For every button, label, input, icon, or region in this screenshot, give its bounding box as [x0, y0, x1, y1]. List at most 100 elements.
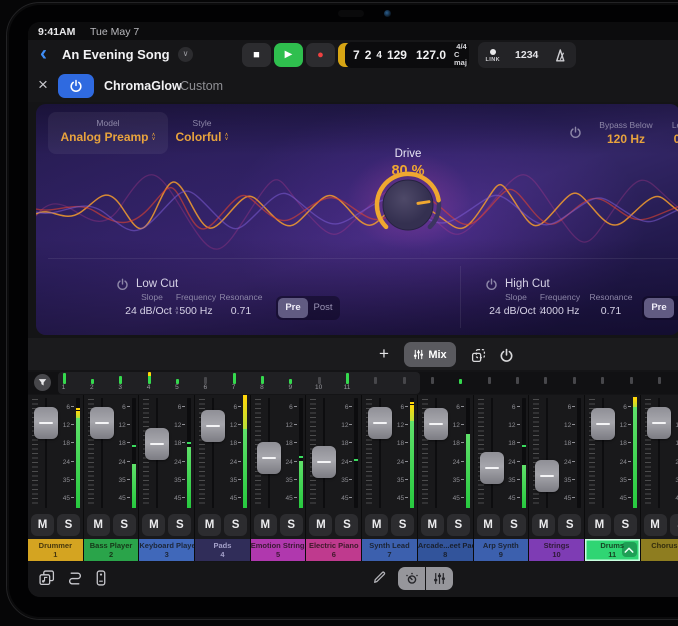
channel-strip: 61218243545 M S Drums 11 — [585, 395, 641, 561]
module-button[interactable] — [92, 569, 110, 587]
solo-button[interactable]: S — [335, 514, 358, 536]
solo-button[interactable]: S — [57, 514, 80, 536]
mute-button[interactable]: M — [198, 514, 221, 536]
mute-button[interactable]: M — [588, 514, 611, 536]
high-cut-resonance[interactable]: Resonance 0.71 — [576, 292, 646, 317]
track-label[interactable]: Chorus V — [641, 539, 678, 561]
solo-button[interactable]: S — [614, 514, 637, 536]
filter-button[interactable] — [34, 374, 51, 391]
plugin-header: × ChromaGlow Custom — [28, 70, 678, 102]
track-label[interactable]: Arcade...eet Pad 8 — [418, 539, 473, 561]
style-selector[interactable]: Style Colorful ∧∨ — [154, 112, 250, 154]
copy-settings-button[interactable] — [466, 343, 490, 367]
level-control[interactable]: Level 0.5 — [646, 120, 678, 146]
smart-controls-button[interactable] — [398, 567, 425, 590]
mixer-view-button[interactable] — [426, 567, 453, 590]
mute-button[interactable]: M — [309, 514, 332, 536]
bypass-power-icon[interactable] — [569, 126, 582, 139]
low-cut-resonance[interactable]: Resonance 0.71 — [206, 292, 276, 317]
overview-meter-bar — [148, 372, 151, 384]
track-detail-chevron-button[interactable] — [622, 542, 637, 557]
post-button[interactable]: Post — [674, 298, 678, 318]
mute-button[interactable]: M — [532, 514, 555, 536]
close-plugin-icon[interactable]: × — [38, 75, 48, 95]
solo-button[interactable]: S — [391, 514, 414, 536]
stop-button[interactable]: ■ — [242, 43, 271, 67]
overview-meter-bar — [459, 379, 462, 384]
edit-pencil-button[interactable] — [372, 570, 387, 590]
high-cut-power-icon[interactable] — [485, 278, 498, 291]
fader-handle[interactable] — [201, 410, 225, 442]
scale-number: 18 — [225, 440, 241, 447]
solo-button[interactable]: S — [224, 514, 247, 536]
mute-button[interactable]: M — [254, 514, 277, 536]
solo-button[interactable]: S — [113, 514, 136, 536]
add-track-button[interactable]: + — [372, 342, 396, 366]
back-chevron-icon[interactable]: ‹ — [40, 42, 47, 66]
mute-button[interactable]: M — [87, 514, 110, 536]
scale-number: 35 — [559, 477, 575, 484]
fader-handle[interactable] — [591, 408, 615, 440]
track-label[interactable]: Electric Piano 6 — [306, 539, 361, 561]
metronome-icon[interactable] — [553, 48, 568, 63]
loop-browser-button[interactable] — [38, 569, 56, 587]
fader-handle[interactable] — [424, 408, 448, 440]
track-label[interactable]: Emotion Strings 5 — [251, 539, 306, 561]
song-title-chevron-icon[interactable]: ∨ — [178, 47, 193, 62]
pre-button[interactable]: Pre — [278, 298, 308, 318]
scale-number: 45 — [559, 495, 575, 502]
high-cut-title: High Cut — [505, 278, 550, 290]
track-label[interactable]: Arp Synth 9 — [474, 539, 529, 561]
plugin-preset[interactable]: Custom — [180, 79, 223, 93]
mute-button[interactable]: M — [477, 514, 500, 536]
play-button[interactable]: ▶ — [274, 43, 303, 67]
track-label[interactable]: Strings 10 — [529, 539, 584, 561]
track-label[interactable]: Pads 4 — [195, 539, 250, 561]
scale-number: 12 — [225, 422, 241, 429]
solo-button[interactable]: S — [670, 514, 678, 536]
track-name: Drummer — [28, 541, 83, 550]
mute-button[interactable]: M — [365, 514, 388, 536]
cable-button[interactable] — [66, 569, 84, 587]
solo-button[interactable]: S — [280, 514, 303, 536]
solo-button[interactable]: S — [503, 514, 526, 536]
fader-handle[interactable] — [312, 446, 336, 478]
track-label[interactable]: Synth Lead 7 — [362, 539, 417, 561]
mute-button[interactable]: M — [644, 514, 667, 536]
channel-power-button[interactable] — [494, 343, 518, 367]
track-label[interactable]: Drums 11 — [585, 539, 640, 561]
track-label[interactable]: Keyboard Player 3 — [139, 539, 194, 561]
scale-number: 35 — [169, 477, 185, 484]
fader-handle[interactable] — [535, 460, 559, 492]
model-selector[interactable]: Model Analog Preamp ∧∨ — [48, 112, 168, 154]
count-in-button[interactable]: 1234 — [515, 49, 538, 61]
link-button[interactable]: LINK — [486, 47, 500, 63]
song-title[interactable]: An Evening Song — [62, 47, 170, 62]
record-button[interactable]: ● — [306, 43, 335, 67]
fader-handle[interactable] — [480, 452, 504, 484]
mute-button[interactable]: M — [421, 514, 444, 536]
post-button[interactable]: Post — [308, 298, 338, 318]
fader-handle[interactable] — [145, 428, 169, 460]
fader-handle[interactable] — [34, 407, 58, 439]
scale-number: 24 — [281, 459, 297, 466]
fader-handle[interactable] — [647, 407, 671, 439]
fader-handle[interactable] — [368, 407, 392, 439]
low-cut-power-icon[interactable] — [116, 278, 129, 291]
track-number: 3 — [139, 550, 194, 559]
mute-button[interactable]: M — [142, 514, 165, 536]
track-label[interactable]: Drummer 1 — [28, 539, 83, 561]
mute-button[interactable]: M — [31, 514, 54, 536]
mix-button[interactable]: Mix — [404, 342, 456, 367]
plugin-power-button[interactable] — [58, 74, 94, 98]
track-label[interactable]: Bass Player 2 — [84, 539, 139, 561]
fader-handle[interactable] — [257, 442, 281, 474]
solo-button[interactable]: S — [558, 514, 581, 536]
lcd-display[interactable]: 7 2 4 129 127.0 4/4 C maj — [345, 42, 469, 68]
scale-number: 24 — [671, 459, 678, 466]
pre-button[interactable]: Pre — [644, 298, 674, 318]
solo-button[interactable]: S — [168, 514, 191, 536]
fader-handle[interactable] — [90, 407, 114, 439]
drive-knob[interactable] — [373, 170, 443, 240]
solo-button[interactable]: S — [447, 514, 470, 536]
